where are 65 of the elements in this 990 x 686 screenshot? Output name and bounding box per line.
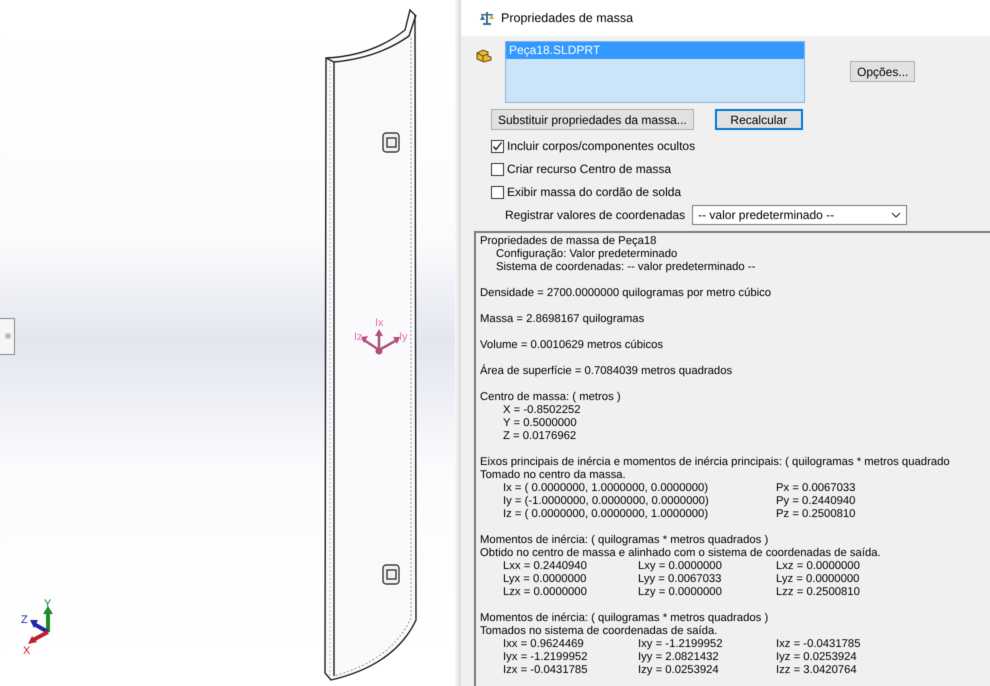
- result-value: Izx = -0.0431785: [503, 664, 588, 677]
- result-line: Z = 0.0176962: [502, 430, 578, 443]
- checkbox-label: Incluir corpos/componentes ocultos: [507, 139, 696, 153]
- result-line: Sistema de coordenadas: -- valor predeterminado --: [495, 261, 756, 274]
- result-value: Iyx = -1.2199952: [503, 651, 588, 664]
- coordinate-label: Registrar valores de coordenadas: [505, 208, 686, 222]
- axis-label: Z: [21, 614, 28, 626]
- result-line: Centro de massa: ( metros ): [480, 391, 622, 404]
- recalculate-button[interactable]: Recalcular: [714, 109, 803, 130]
- checkbox[interactable]: [491, 186, 504, 198]
- result-value: Ixy = -1.2199952: [638, 638, 724, 651]
- result-line: Área de superfície = 0.7084039 metros quadrados: [480, 365, 734, 378]
- result-line: Momentos de inércia: ( quilogramas * metros quadrados ): [480, 534, 770, 547]
- part-blocks-icon: [475, 47, 493, 63]
- result-value: Lzx = 0.0000000: [503, 586, 588, 599]
- window-title: Propriedades de massa: [501, 11, 634, 25]
- result-value: Izz = 3.0420764: [776, 664, 858, 677]
- checkbox[interactable]: [491, 140, 504, 152]
- result-value: Iyy = 2.0821432: [638, 651, 720, 664]
- axis-label: Ix: [375, 317, 384, 329]
- balance-scale-icon: [479, 10, 495, 26]
- result-value: Iz = ( 0.0000000, 0.0000000, 1.0000000): [503, 508, 710, 521]
- result-value: Ixz = -0.0431785: [776, 638, 862, 651]
- result-line: Tomado no centro da massa.: [480, 469, 627, 482]
- result-line: Obtido no centro de massa e alinhado com o sistema de coordenadas de saída.: [480, 547, 882, 560]
- result-value: Px = 0.0067033: [776, 482, 856, 495]
- result-line: Massa = 2.8698167 quilogramas: [480, 313, 646, 326]
- result-line: Densidade = 2700.0000000 quilogramas por metro cúbico: [480, 287, 772, 300]
- result-line: Configuração: Valor predeterminado: [495, 248, 678, 261]
- result-value: Lzz = 0.2500810: [776, 586, 861, 599]
- axis-label: X: [23, 645, 30, 657]
- result-value: Lxz = 0.0000000: [776, 560, 861, 573]
- principal-axes-icon: [361, 329, 400, 354]
- coordinate-dropdown[interactable]: -- valor predeterminado --: [692, 205, 908, 225]
- axis-triad-icon: [28, 606, 53, 644]
- result-value: Lxx = 0.2440940: [503, 560, 588, 573]
- result-value: Ixx = 0.9624469: [503, 638, 585, 651]
- options-button[interactable]: Opções...: [850, 61, 916, 82]
- result-value: Ix = ( 0.0000000, 1.0000000, 0.0000000): [503, 482, 710, 495]
- result-value: Lyx = 0.0000000: [503, 573, 588, 586]
- result-line: X = -0.8502252: [502, 404, 582, 417]
- result-value: Py = 0.2440940: [776, 495, 856, 508]
- result-line: Y = 0.5000000: [502, 417, 578, 430]
- result-line: Eixos principais de inércia e momentos de inércia principais: ( quilogramas * metros quadrado: [480, 456, 951, 469]
- override-mass-button[interactable]: Substituir propriedades da massa...: [491, 109, 694, 130]
- result-value: Iy = (-1.0000000, 0.0000000, 0.0000000): [503, 495, 710, 508]
- result-value: Lxy = 0.0000000: [638, 560, 723, 573]
- result-line: Volume = 0.0010629 metros cúbicos: [480, 339, 664, 352]
- result-line: Momentos de inércia: ( quilogramas * metros quadrados ): [480, 612, 770, 625]
- checkbox-label: Exibir massa do cordão de solda: [507, 185, 682, 199]
- result-value: Lyy = 0.0067033: [638, 573, 722, 586]
- checkbox-label: Criar recurso Centro de massa: [507, 162, 672, 176]
- panel-handle[interactable]: [0, 318, 15, 355]
- axis-label: Iy: [399, 331, 408, 343]
- result-value: Pz = 0.2500810: [776, 508, 856, 521]
- result-value: Iyz = 0.0253924: [776, 651, 858, 664]
- result-line: Propriedades de massa de Peça18: [480, 235, 658, 248]
- checkbox[interactable]: [491, 162, 504, 176]
- result-value: Izy = 0.0253924: [638, 664, 720, 677]
- chevron-down-icon: [891, 212, 902, 218]
- axis-label: Iz: [354, 331, 363, 343]
- axis-label: Y: [44, 598, 52, 610]
- result-value: Lyz = 0.0000000: [776, 573, 860, 586]
- result-value: Lzy = 0.0000000: [638, 586, 723, 599]
- result-line: Tomados no sistema de coordenadas de saída.: [480, 625, 718, 638]
